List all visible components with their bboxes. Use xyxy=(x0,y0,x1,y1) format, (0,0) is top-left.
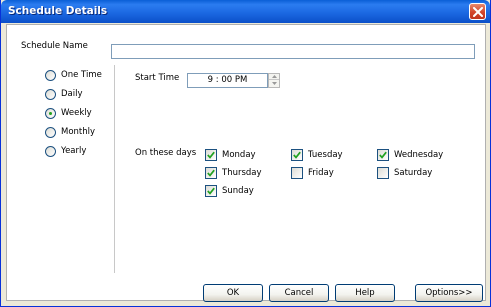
day-label: Monday xyxy=(222,150,256,160)
day-label: Sunday xyxy=(222,186,254,196)
schedule-name-label: Schedule Name xyxy=(21,41,88,51)
radio-button[interactable] xyxy=(45,146,56,157)
day-label: Saturday xyxy=(394,168,433,178)
checkbox[interactable] xyxy=(377,167,389,179)
day-label: Thursday xyxy=(222,168,262,178)
radio-label: Weekly xyxy=(61,108,92,118)
options-button[interactable]: Options>> xyxy=(415,284,483,302)
arrow-up-icon xyxy=(272,75,277,78)
day-label: Friday xyxy=(308,168,334,178)
start-time-input[interactable]: 9 : 00 PM xyxy=(187,73,268,88)
radio-label: Monthly xyxy=(61,127,96,137)
checkmark-icon xyxy=(293,151,301,159)
schedule-name-input[interactable] xyxy=(111,44,475,59)
checkbox[interactable] xyxy=(205,149,217,161)
spin-up-button[interactable] xyxy=(269,74,279,80)
start-time-label: Start Time xyxy=(135,73,180,83)
checkmark-icon xyxy=(207,187,215,195)
radio-button-selected[interactable] xyxy=(45,108,56,119)
checkbox[interactable] xyxy=(291,167,303,179)
checkbox[interactable] xyxy=(205,167,217,179)
spin-down-button[interactable] xyxy=(269,81,279,87)
dialog-content: Schedule Name One Time Daily Weekly Mont… xyxy=(6,24,486,301)
checkmark-icon xyxy=(207,169,215,177)
help-button[interactable]: Help xyxy=(335,284,395,302)
days-label: On these days xyxy=(135,148,197,158)
radio-label: One Time xyxy=(61,70,102,80)
time-spinner[interactable] xyxy=(268,73,280,88)
cancel-button[interactable]: Cancel xyxy=(269,284,329,302)
arrow-down-icon xyxy=(272,82,277,85)
checkmark-icon xyxy=(207,151,215,159)
checkbox[interactable] xyxy=(377,149,389,161)
radio-button[interactable] xyxy=(45,70,56,81)
day-label: Tuesday xyxy=(308,150,343,160)
day-label: Wednesday xyxy=(394,150,444,160)
schedule-details-dialog: Schedule Details Schedule Name One Time … xyxy=(0,0,491,307)
dialog-title: Schedule Details xyxy=(8,5,108,17)
radio-label: Daily xyxy=(61,89,83,99)
title-bar[interactable]: Schedule Details xyxy=(1,0,490,23)
radio-button[interactable] xyxy=(45,89,56,100)
checkbox[interactable] xyxy=(205,185,217,197)
radio-button[interactable] xyxy=(45,127,56,138)
vertical-divider xyxy=(114,65,115,273)
radio-label: Yearly xyxy=(61,146,87,156)
ok-button[interactable]: OK xyxy=(203,284,263,302)
close-button[interactable] xyxy=(469,3,486,20)
checkbox[interactable] xyxy=(291,149,303,161)
checkmark-icon xyxy=(379,151,387,159)
close-icon xyxy=(473,7,483,17)
